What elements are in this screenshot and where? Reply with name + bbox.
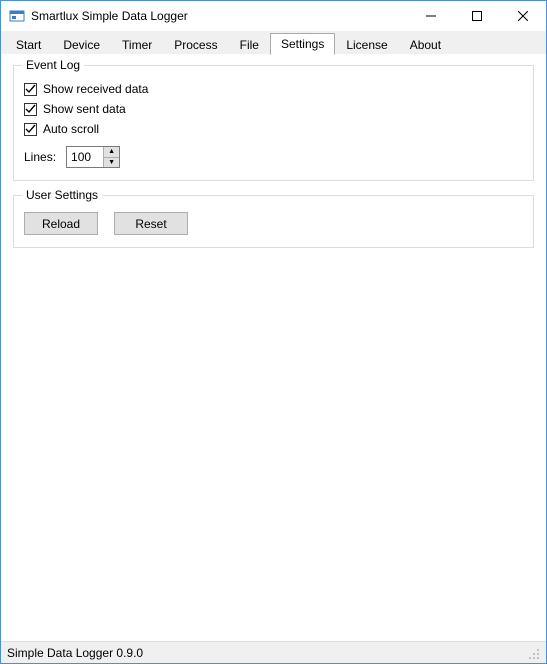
show-received-checkbox[interactable] <box>24 83 37 96</box>
window-controls <box>408 1 546 31</box>
auto-scroll-row: Auto scroll <box>24 122 523 136</box>
lines-down-button[interactable]: ▼ <box>104 158 119 168</box>
user-settings-group: User Settings Reload Reset <box>13 195 534 248</box>
statusbar: Simple Data Logger 0.9.0 <box>1 641 546 663</box>
titlebar: Smartlux Simple Data Logger <box>1 1 546 31</box>
minimize-button[interactable] <box>408 1 454 31</box>
reload-button[interactable]: Reload <box>24 212 98 235</box>
tab-file[interactable]: File <box>229 34 270 55</box>
tab-license[interactable]: License <box>335 34 398 55</box>
close-button[interactable] <box>500 1 546 31</box>
minimize-icon <box>426 11 436 21</box>
status-text: Simple Data Logger 0.9.0 <box>7 646 143 660</box>
spinner-buttons: ▲ ▼ <box>103 147 119 167</box>
chevron-up-icon: ▲ <box>108 148 115 155</box>
lines-label: Lines: <box>24 150 56 164</box>
show-sent-label: Show sent data <box>43 102 126 116</box>
app-window: Smartlux Simple Data Logger Start Device… <box>0 0 547 664</box>
user-settings-buttons: Reload Reset <box>24 212 523 235</box>
chevron-down-icon: ▼ <box>108 159 115 166</box>
event-log-title: Event Log <box>22 58 84 72</box>
event-log-group: Event Log Show received data Show sent d… <box>13 65 534 181</box>
resize-grip-icon <box>528 648 540 660</box>
show-sent-row: Show sent data <box>24 102 523 116</box>
show-received-row: Show received data <box>24 82 523 96</box>
tab-start[interactable]: Start <box>5 34 52 55</box>
lines-input[interactable] <box>67 147 103 167</box>
tab-content: Event Log Show received data Show sent d… <box>1 55 546 641</box>
tab-process[interactable]: Process <box>163 34 228 55</box>
tab-about[interactable]: About <box>399 34 452 55</box>
close-icon <box>518 11 528 21</box>
tab-timer[interactable]: Timer <box>111 34 163 55</box>
lines-row: Lines: ▲ ▼ <box>24 146 523 168</box>
maximize-icon <box>472 11 482 21</box>
tab-device[interactable]: Device <box>52 34 111 55</box>
window-title: Smartlux Simple Data Logger <box>31 9 408 23</box>
tab-settings[interactable]: Settings <box>270 33 335 55</box>
maximize-button[interactable] <box>454 1 500 31</box>
check-icon <box>25 84 36 95</box>
lines-up-button[interactable]: ▲ <box>104 147 119 158</box>
auto-scroll-checkbox[interactable] <box>24 123 37 136</box>
show-received-label: Show received data <box>43 82 148 96</box>
user-settings-title: User Settings <box>22 188 102 202</box>
lines-spinner: ▲ ▼ <box>66 146 120 168</box>
check-icon <box>25 124 36 135</box>
check-icon <box>25 104 36 115</box>
resize-grip[interactable] <box>526 646 540 660</box>
show-sent-checkbox[interactable] <box>24 103 37 116</box>
app-icon <box>9 8 25 24</box>
auto-scroll-label: Auto scroll <box>43 122 99 136</box>
tabstrip: Start Device Timer Process File Settings… <box>1 31 546 55</box>
reset-button[interactable]: Reset <box>114 212 188 235</box>
